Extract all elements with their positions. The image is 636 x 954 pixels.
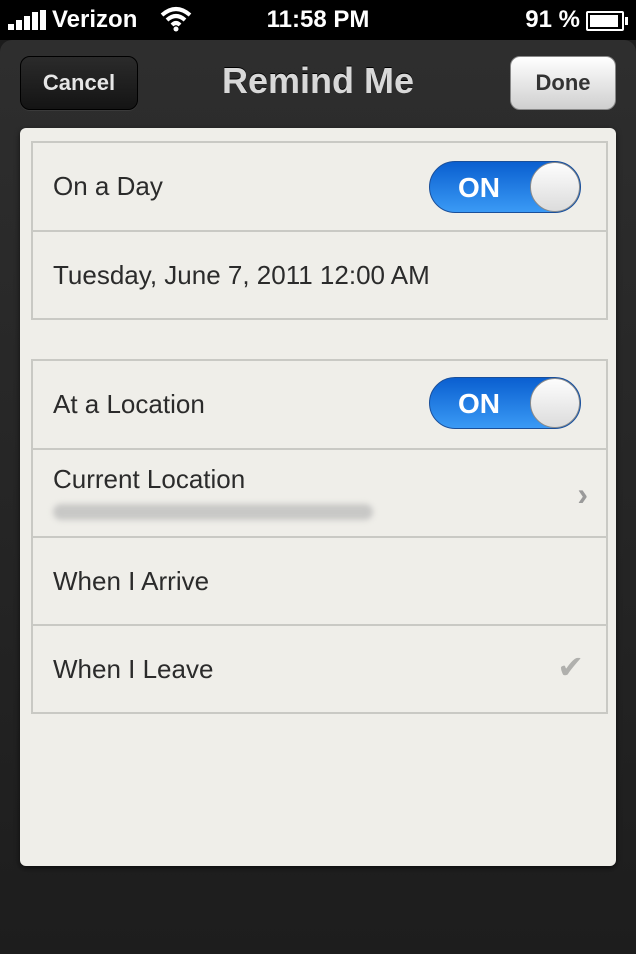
at-a-location-toggle[interactable]: ON bbox=[429, 377, 581, 429]
on-a-day-toggle[interactable]: ON bbox=[429, 161, 581, 213]
current-location-row[interactable]: Current Location › bbox=[33, 448, 606, 536]
on-a-day-label: On a Day bbox=[53, 171, 163, 201]
at-a-location-row: At a Location ON bbox=[33, 361, 606, 448]
checkmark-icon: ✔ bbox=[557, 649, 584, 685]
battery-percent: 91 % bbox=[525, 6, 580, 33]
when-i-leave-row[interactable]: When I Leave ✔ bbox=[33, 624, 606, 712]
on-a-day-row: On a Day ON bbox=[33, 143, 606, 230]
toggle-knob bbox=[530, 162, 580, 212]
done-button[interactable]: Done bbox=[510, 56, 616, 110]
remind-me-panel: On a Day ON Tuesday, June 7, 2011 12:00 … bbox=[20, 128, 616, 866]
day-group: On a Day ON Tuesday, June 7, 2011 12:00 … bbox=[31, 141, 608, 320]
when-i-arrive-label: When I Arrive bbox=[53, 566, 210, 596]
location-group: At a Location ON Current Location › When… bbox=[31, 359, 608, 714]
toggle-on-text: ON bbox=[458, 172, 500, 203]
date-row[interactable]: Tuesday, June 7, 2011 12:00 AM bbox=[33, 230, 606, 318]
when-i-arrive-row[interactable]: When I Arrive bbox=[33, 536, 606, 624]
battery-icon bbox=[586, 11, 628, 31]
reminder-date: Tuesday, June 7, 2011 12:00 AM bbox=[53, 260, 430, 290]
toggle-knob bbox=[530, 378, 580, 428]
status-bar: Verizon 11:58 PM 91 % bbox=[0, 0, 636, 40]
chevron-right-icon: › bbox=[577, 476, 588, 512]
toggle-on-text: ON bbox=[458, 388, 500, 419]
redacted-address bbox=[53, 504, 373, 520]
when-i-leave-label: When I Leave bbox=[53, 654, 214, 684]
at-a-location-label: At a Location bbox=[53, 389, 205, 419]
current-location-label: Current Location bbox=[53, 464, 246, 494]
